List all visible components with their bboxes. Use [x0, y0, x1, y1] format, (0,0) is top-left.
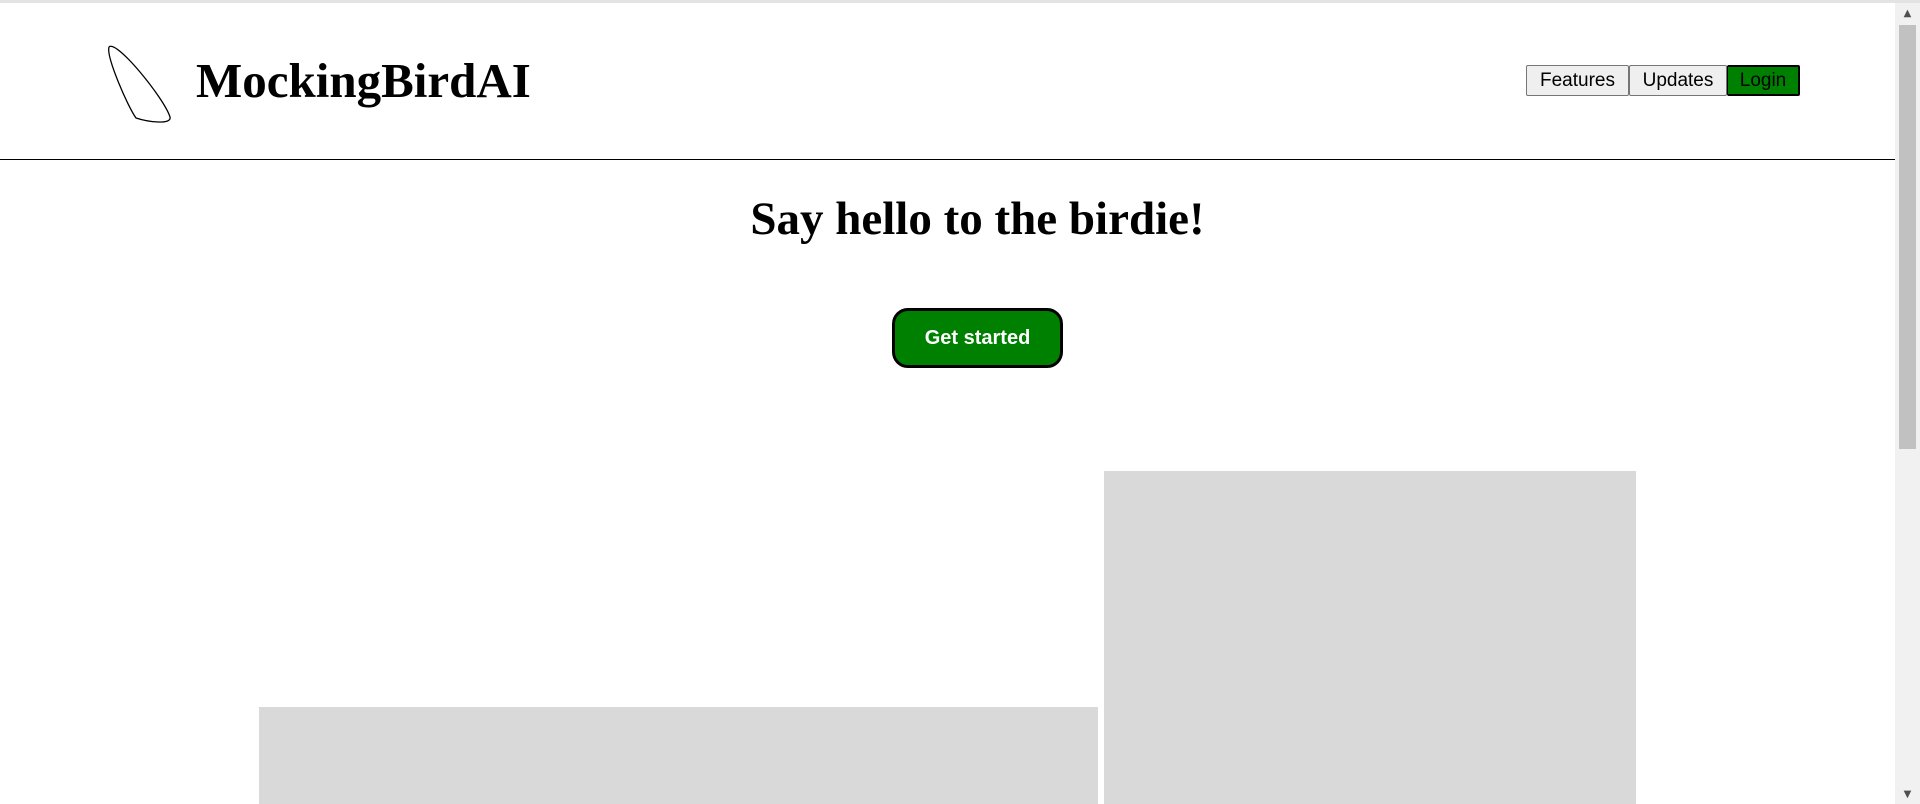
updates-button[interactable]: Updates [1629, 65, 1727, 96]
vertical-scrollbar[interactable]: ▲ ▼ [1895, 3, 1920, 804]
main-nav: Features Updates Login [1526, 65, 1800, 96]
feather-outline-icon[interactable] [104, 43, 174, 123]
site-header: MockingBirdAI Features Updates Login [0, 3, 1895, 160]
page: MockingBirdAI Features Updates Login Say… [0, 0, 1920, 804]
scrollbar-thumb[interactable] [1899, 25, 1916, 449]
image-placeholder-left [259, 707, 1098, 804]
brand-name[interactable]: MockingBirdAI [196, 53, 531, 109]
triangle-down-icon[interactable]: ▼ [1895, 784, 1920, 804]
hero-title: Say hello to the birdie! [750, 193, 1205, 245]
login-button[interactable]: Login [1727, 65, 1800, 96]
triangle-up-icon[interactable]: ▲ [1895, 3, 1920, 23]
features-button[interactable]: Features [1526, 65, 1629, 96]
image-placeholder-right [1104, 471, 1636, 804]
page-viewport: MockingBirdAI Features Updates Login Say… [0, 3, 1895, 804]
get-started-button[interactable]: Get started [892, 308, 1063, 368]
